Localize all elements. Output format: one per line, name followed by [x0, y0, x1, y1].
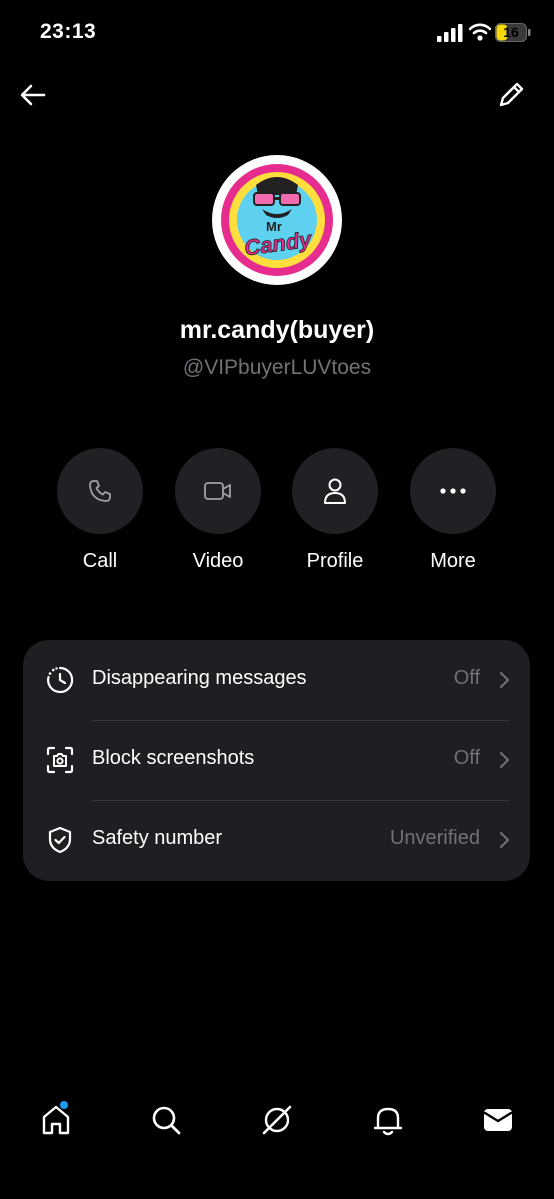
tab-bar	[0, 1090, 554, 1160]
battery-level: 16	[503, 24, 519, 40]
call-button-circle[interactable]	[57, 448, 143, 534]
home-icon[interactable]	[36, 1100, 76, 1140]
settings-card: Disappearing messages Off Block screensh…	[23, 640, 530, 881]
more-label: More	[430, 550, 476, 572]
timer-icon	[47, 666, 74, 694]
video-button-circle[interactable]	[175, 448, 261, 534]
more-button[interactable]: More	[408, 448, 498, 573]
profile-name: mr.candy(buyer)	[179, 316, 375, 344]
video-label: Video	[192, 550, 244, 572]
profile-button-circle[interactable]	[292, 448, 378, 534]
mail-icon[interactable]	[478, 1100, 518, 1140]
block-screenshots-value: Off	[453, 747, 480, 769]
bell-icon[interactable]	[368, 1100, 408, 1140]
chevron-right-icon	[500, 752, 509, 768]
disappearing-messages-label: Disappearing messages	[92, 667, 307, 689]
safety-number-row[interactable]: Safety number Unverified	[23, 800, 530, 880]
status-time: 23:13	[40, 20, 97, 43]
call-label: Call	[82, 550, 118, 572]
grok-icon[interactable]	[257, 1100, 297, 1140]
profile-button[interactable]: Profile	[290, 448, 380, 573]
shield-check-icon	[48, 826, 72, 854]
block-screenshots-row[interactable]: Block screenshots Off	[23, 720, 530, 800]
back-arrow-icon[interactable]	[16, 78, 50, 112]
video-camera-icon	[204, 482, 231, 500]
safety-number-label: Safety number	[92, 827, 223, 849]
block-screenshots-label: Block screenshots	[92, 747, 255, 769]
safety-number-value: Unverified	[389, 827, 480, 849]
video-button[interactable]: Video	[173, 448, 263, 573]
more-button-circle[interactable]	[410, 448, 496, 534]
phone-icon	[89, 480, 111, 502]
search-icon[interactable]	[146, 1100, 186, 1140]
disappearing-messages-row[interactable]: Disappearing messages Off	[23, 640, 530, 720]
avatar-logo: Mr Candy	[221, 164, 333, 276]
signal-icon	[437, 24, 463, 42]
profile-handle: @VIPbuyerLUVtoes	[182, 356, 372, 379]
chevron-right-icon	[500, 672, 509, 688]
wifi-icon	[469, 23, 491, 41]
chevron-right-icon	[500, 832, 509, 848]
edit-pencil-icon[interactable]	[494, 78, 528, 112]
avatar[interactable]: Mr Candy	[212, 155, 342, 285]
more-dots-icon	[440, 488, 466, 494]
person-icon	[324, 478, 346, 504]
screenshot-camera-icon	[46, 746, 74, 774]
call-button[interactable]: Call	[55, 448, 145, 573]
profile-label: Profile	[306, 550, 364, 572]
disappearing-messages-value: Off	[453, 667, 480, 689]
status-bar: 23:13 16	[0, 0, 554, 66]
home-notification-dot	[60, 1101, 68, 1109]
